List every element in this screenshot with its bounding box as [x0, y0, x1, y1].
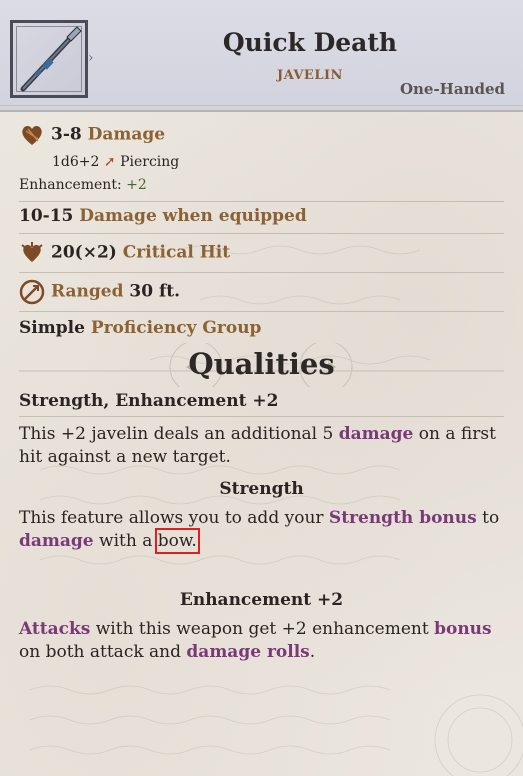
proficiency-row: Simple Proficiency Group	[19, 318, 504, 338]
enhancement-text: with this weapon get +2 enhancement	[95, 619, 429, 639]
damage-detail: 1d6+2 ➚ Piercing	[52, 154, 504, 170]
enhancement-heading: Enhancement +2	[179, 590, 344, 610]
enhancement-description: Attacks with this weapon get +2 enhancem…	[19, 618, 504, 664]
qualities-heading: Qualities	[188, 347, 335, 381]
strength-heading: Strength	[219, 479, 304, 499]
qualities-header: Qualities	[0, 343, 523, 387]
ranged-icon	[19, 279, 45, 305]
item-header: › Quick Death JAVELIN One-Handed	[0, 0, 523, 112]
quality-description: This +2 javelin deals an additional 5 da…	[19, 423, 504, 469]
critical-icon	[21, 242, 43, 262]
proficiency-label: Proficiency Group	[90, 318, 262, 338]
divider	[19, 311, 504, 312]
equipped-label: Damage when equipped	[79, 206, 307, 226]
crit-label: Critical Hit	[122, 242, 231, 263]
strength-text: with a	[99, 531, 153, 551]
damage-dice: 1d6+2	[52, 154, 100, 170]
range-row: Ranged 30 ft.	[19, 279, 504, 305]
enhancement-text: on both attack and	[19, 642, 182, 662]
keyword-damage[interactable]: damage	[339, 424, 414, 444]
critical-row: 20(×2) Critical Hit	[19, 240, 504, 266]
highlighted-word-bow[interactable]: bow.	[154, 528, 200, 554]
damage-row: 3-8 Damage	[19, 122, 504, 148]
damage-label: Damage	[87, 124, 166, 145]
quality-title: Strength, Enhancement +2	[19, 391, 279, 411]
piercing-icon: ➚	[103, 154, 116, 170]
enhancement-row: Enhancement: +2	[19, 177, 504, 193]
crit-value: 20(×2)	[51, 242, 117, 263]
strength-text: This feature allows you to add your	[19, 508, 324, 528]
keyword-strength-bonus[interactable]: Strength bonus	[329, 508, 477, 528]
damage-type: Piercing	[120, 154, 180, 170]
enhancement-label: Enhancement:	[19, 177, 122, 193]
keyword-damage[interactable]: damage	[19, 531, 94, 551]
range-value: 30 ft.	[129, 281, 181, 302]
proficiency-prefix: Simple	[19, 318, 85, 338]
divider	[19, 233, 504, 234]
handedness-label: One-Handed	[399, 80, 505, 98]
enhancement-value: +2	[126, 177, 147, 193]
item-icon-frame[interactable]	[10, 20, 88, 98]
keyword-bonus[interactable]: bonus	[434, 619, 492, 639]
keyword-attacks[interactable]: Attacks	[19, 619, 90, 639]
divider	[19, 416, 504, 417]
strength-text: to	[482, 508, 500, 528]
damage-range: 3-8	[51, 124, 82, 145]
item-title: Quick Death	[222, 28, 398, 57]
equipped-damage-row: 10-15 Damage when equipped	[19, 206, 504, 226]
divider	[19, 201, 504, 202]
quality-desc-text: This +2 javelin deals an additional 5	[19, 424, 334, 444]
divider	[19, 272, 504, 273]
chevron-right-icon: ›	[88, 50, 94, 66]
equipped-range: 10-15	[19, 206, 74, 226]
strength-description: This feature allows you to add your Stre…	[19, 507, 504, 554]
range-label: Ranged	[51, 281, 124, 302]
keyword-damage-rolls[interactable]: damage rolls	[186, 642, 309, 662]
enhancement-text: .	[309, 642, 316, 662]
javelin-icon	[20, 26, 82, 92]
damage-heart-icon	[22, 126, 42, 145]
